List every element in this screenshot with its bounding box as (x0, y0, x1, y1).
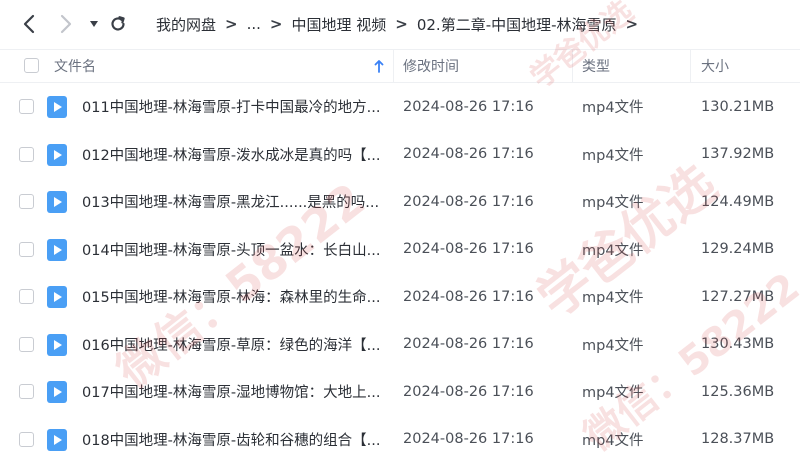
column-header-size[interactable]: 大小 (701, 50, 729, 82)
file-mtime: 2024-08-26 17:16 (403, 431, 534, 448)
file-row[interactable]: 015中国地理-林海雪原-林海：森林里的生命... 2024-08-26 17:… (0, 273, 800, 321)
file-type: mp4文件 (582, 337, 644, 354)
video-file-icon (47, 96, 67, 118)
breadcrumb-separator: > (395, 15, 408, 33)
breadcrumb-separator: > (269, 15, 283, 33)
file-row[interactable]: 014中国地理-林海雪原-头顶一盆水：长白山... 2024-08-26 17:… (0, 226, 800, 274)
column-divider[interactable] (690, 50, 691, 82)
file-row[interactable]: 016中国地理-林海雪原-草原：绿色的海洋【... 2024-08-26 17:… (0, 321, 800, 369)
forward-button[interactable] (52, 10, 80, 38)
video-file-icon (47, 238, 67, 261)
file-size: 130.43MB (701, 336, 775, 353)
file-mtime: 2024-08-26 17:16 (403, 383, 534, 400)
video-file-icon (47, 428, 67, 451)
row-checkbox[interactable] (19, 289, 34, 304)
select-all-checkbox[interactable] (24, 58, 39, 73)
row-checkbox[interactable] (19, 99, 34, 114)
row-checkbox[interactable] (19, 241, 34, 257)
toolbar: 我的网盘 > ... > 中国地理 视频 > 02.第二章-中国地理-林海雪原 … (0, 0, 800, 48)
file-name[interactable]: 014中国地理-林海雪原-头顶一盆水：长白山... (82, 226, 382, 274)
file-size: 124.49MB (701, 193, 775, 210)
column-divider[interactable] (572, 50, 573, 82)
file-row[interactable]: 017中国地理-林海雪原-湿地博物馆：大地上... 2024-08-26 17:… (0, 368, 800, 416)
breadcrumb-separator: > (625, 15, 639, 33)
file-type: mp4文件 (582, 290, 644, 307)
row-checkbox[interactable] (19, 194, 34, 209)
file-size: 127.27MB (701, 288, 775, 305)
file-type: mp4文件 (582, 385, 644, 402)
file-type: mp4文件 (582, 432, 644, 449)
file-size: 130.21MB (701, 98, 775, 115)
file-name[interactable]: 016中国地理-林海雪原-草原：绿色的海洋【... (82, 321, 382, 369)
file-row[interactable]: 013中国地理-林海雪原-黑龙江......是黑的吗... 2024-08-26… (0, 178, 800, 226)
file-size: 137.92MB (701, 146, 775, 163)
file-mtime: 2024-08-26 17:16 (403, 98, 534, 115)
row-checkbox[interactable] (19, 336, 34, 352)
file-mtime: 2024-08-26 17:16 (403, 193, 534, 210)
file-type: mp4文件 (582, 195, 644, 212)
column-header-mtime[interactable]: 修改时间 (403, 50, 459, 82)
caret-down-icon (90, 21, 98, 27)
file-row[interactable]: 012中国地理-林海雪原-泼水成冰是真的吗【... 2024-08-26 17:… (0, 131, 800, 179)
file-mtime: 2024-08-26 17:16 (403, 146, 534, 163)
file-name[interactable]: 012中国地理-林海雪原-泼水成冰是真的吗【... (82, 131, 382, 179)
row-checkbox[interactable] (19, 431, 34, 447)
breadcrumb-item-ellipsis[interactable]: ... (247, 15, 261, 33)
video-file-icon (47, 191, 67, 213)
breadcrumb: 我的网盘 > ... > 中国地理 视频 > 02.第二章-中国地理-林海雪原 … (156, 0, 647, 48)
file-name[interactable]: 015中国地理-林海雪原-林海：森林里的生命... (82, 273, 382, 321)
file-list: 011中国地理-林海雪原-打卡中国最冷的地方... 2024-08-26 17:… (0, 83, 800, 463)
breadcrumb-item-parent[interactable]: 中国地理 视频 (291, 14, 386, 35)
sort-ascending-icon[interactable] (374, 50, 384, 82)
video-file-icon (47, 381, 67, 403)
breadcrumb-item-current[interactable]: 02.第二章-中国地理-林海雪原 (417, 14, 617, 35)
file-name[interactable]: 011中国地理-林海雪原-打卡中国最冷的地方... (82, 83, 382, 131)
breadcrumb-item-root[interactable]: 我的网盘 (156, 14, 216, 35)
file-name[interactable]: 018中国地理-林海雪原-齿轮和谷穗的组合【... (82, 416, 382, 464)
back-button[interactable] (15, 10, 43, 38)
file-name[interactable]: 013中国地理-林海雪原-黑龙江......是黑的吗... (82, 178, 382, 226)
row-checkbox[interactable] (19, 146, 34, 162)
file-mtime: 2024-08-26 17:16 (403, 336, 534, 353)
file-size: 125.36MB (701, 383, 775, 400)
file-mtime: 2024-08-26 17:16 (403, 288, 534, 305)
column-divider[interactable] (393, 50, 394, 82)
file-type: mp4文件 (582, 147, 644, 164)
chevron-left-icon (23, 14, 35, 34)
video-file-icon (47, 286, 67, 308)
column-header-type[interactable]: 类型 (582, 50, 610, 82)
chevron-right-icon (60, 14, 72, 34)
file-row[interactable]: 011中国地理-林海雪原-打卡中国最冷的地方... 2024-08-26 17:… (0, 83, 800, 131)
row-checkbox[interactable] (19, 384, 34, 399)
file-mtime: 2024-08-26 17:16 (403, 241, 534, 258)
video-file-icon (47, 143, 67, 166)
file-name[interactable]: 017中国地理-林海雪原-湿地博物馆：大地上... (82, 368, 382, 416)
breadcrumb-separator: > (225, 15, 238, 33)
file-row[interactable]: 018中国地理-林海雪原-齿轮和谷穗的组合【... 2024-08-26 17:… (0, 416, 800, 464)
column-header-name[interactable]: 文件名 (54, 50, 96, 82)
video-file-icon (47, 333, 67, 356)
file-type: mp4文件 (582, 242, 644, 259)
file-size: 129.24MB (701, 241, 775, 258)
file-type: mp4文件 (582, 100, 644, 117)
file-size: 128.37MB (701, 431, 775, 448)
refresh-icon (111, 16, 125, 31)
refresh-button[interactable] (104, 10, 132, 38)
file-list-header: 文件名 修改时间 类型 大小 (0, 49, 800, 83)
